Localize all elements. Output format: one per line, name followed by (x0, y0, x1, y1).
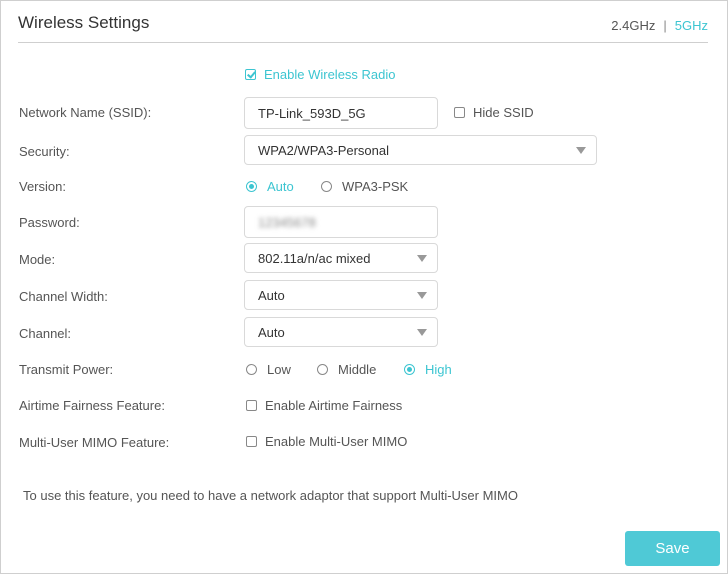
transmit-power-label: Transmit Power: (19, 362, 114, 377)
password-input[interactable]: 12345678 (244, 206, 438, 238)
radio-icon (246, 364, 257, 375)
version-wpa3-label: WPA3-PSK (342, 179, 409, 194)
version-auto-label: Auto (267, 179, 294, 194)
power-low-label: Low (267, 362, 291, 377)
password-value: 12345678 (258, 214, 316, 230)
ssid-label: Network Name (SSID): (19, 105, 152, 120)
channel-value: Auto (258, 324, 285, 340)
security-label: Security: (19, 144, 70, 159)
radio-selected-icon (246, 181, 257, 192)
mu-mimo-checkbox[interactable]: Enable Multi-User MIMO (246, 434, 407, 449)
power-middle-radio[interactable]: Middle (317, 362, 376, 377)
mu-mimo-label: Multi-User MIMO Feature: (19, 435, 170, 450)
dropdown-arrow-icon (417, 329, 427, 336)
airtime-fairness-label: Airtime Fairness Feature: (19, 398, 165, 413)
band-switcher: 2.4GHz | 5GHz (611, 18, 708, 33)
mu-mimo-checkbox-label: Enable Multi-User MIMO (265, 434, 408, 449)
checkbox-icon (454, 107, 465, 118)
channel-width-label: Channel Width: (19, 289, 108, 304)
version-label: Version: (19, 179, 66, 194)
mu-mimo-note: To use this feature, you need to have a … (23, 488, 518, 503)
power-low-radio[interactable]: Low (246, 362, 291, 377)
band-24ghz-link[interactable]: 2.4GHz (611, 18, 655, 33)
version-auto-radio[interactable]: Auto (246, 179, 294, 194)
band-separator: | (663, 18, 667, 33)
security-value: WPA2/WPA3-Personal (258, 142, 390, 158)
checkbox-icon (246, 436, 257, 447)
channel-width-value: Auto (258, 287, 285, 303)
header-divider (18, 42, 708, 43)
checkbox-icon (246, 400, 257, 411)
power-high-label: High (425, 362, 452, 377)
mode-label: Mode: (19, 252, 56, 267)
power-high-radio[interactable]: High (404, 362, 452, 377)
dropdown-arrow-icon (576, 147, 586, 154)
radio-icon (317, 364, 328, 375)
airtime-fairness-checkbox[interactable]: Enable Airtime Fairness (246, 398, 402, 413)
radio-selected-icon (404, 364, 415, 375)
ssid-input[interactable]: TP-Link_593D_5G (244, 97, 438, 129)
channel-width-select[interactable]: Auto (244, 280, 438, 310)
power-middle-label: Middle (338, 362, 377, 377)
hide-ssid-label: Hide SSID (473, 105, 534, 120)
checkbox-checked-icon (245, 69, 256, 80)
dropdown-arrow-icon (417, 255, 427, 262)
security-select[interactable]: WPA2/WPA3-Personal (244, 135, 597, 165)
hide-ssid-checkbox[interactable]: Hide SSID (454, 105, 534, 120)
ssid-value: TP-Link_593D_5G (258, 105, 366, 121)
radio-icon (321, 181, 332, 192)
channel-label: Channel: (19, 326, 72, 341)
save-button[interactable]: Save (625, 531, 720, 566)
enable-wireless-radio-checkbox[interactable]: Enable Wireless Radio (245, 67, 396, 82)
band-5ghz-link[interactable]: 5GHz (675, 18, 708, 33)
mode-value: 802.11a/n/ac mixed (258, 250, 371, 266)
dropdown-arrow-icon (417, 292, 427, 299)
mode-select[interactable]: 802.11a/n/ac mixed (244, 243, 438, 273)
enable-wireless-radio-label: Enable Wireless Radio (264, 67, 396, 82)
version-wpa3-radio[interactable]: WPA3-PSK (321, 179, 408, 194)
page-title: Wireless Settings (18, 13, 150, 32)
password-label: Password: (19, 215, 80, 230)
airtime-fairness-checkbox-label: Enable Airtime Fairness (265, 398, 403, 413)
channel-select[interactable]: Auto (244, 317, 438, 347)
